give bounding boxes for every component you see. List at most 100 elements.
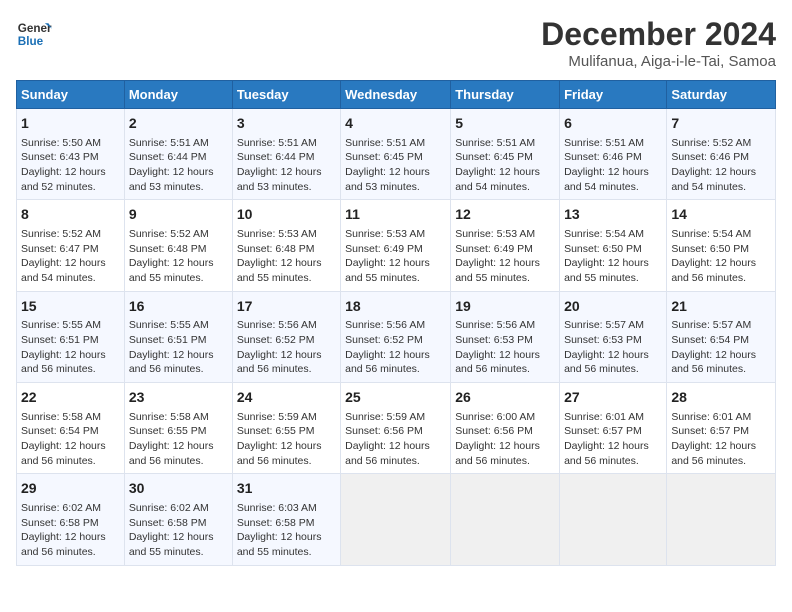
calendar-cell: 15Sunrise: 5:55 AMSunset: 6:51 PMDayligh… [17, 291, 125, 382]
daylight-text: Daylight: 12 hours and 56 minutes. [237, 349, 322, 376]
sunrise-text: Sunrise: 5:51 AM [455, 137, 535, 149]
sunrise-text: Sunrise: 6:00 AM [455, 411, 535, 423]
calendar-table: SundayMondayTuesdayWednesdayThursdayFrid… [16, 80, 776, 566]
logo-icon: General Blue [16, 16, 52, 52]
sunset-text: Sunset: 6:52 PM [237, 334, 315, 346]
calendar-cell: 6Sunrise: 5:51 AMSunset: 6:46 PMDaylight… [560, 109, 667, 200]
sunset-text: Sunset: 6:58 PM [21, 517, 99, 529]
daylight-text: Daylight: 12 hours and 54 minutes. [455, 166, 540, 193]
days-header-row: SundayMondayTuesdayWednesdayThursdayFrid… [17, 81, 776, 109]
week-row-5: 29 Sunrise: 6:02 AM Sunset: 6:58 PM Dayligh… [17, 474, 776, 565]
calendar-cell [667, 474, 776, 565]
daylight-text: Daylight: 12 hours and 53 minutes. [237, 166, 322, 193]
week-row-4: 22Sunrise: 5:58 AMSunset: 6:54 PMDayligh… [17, 383, 776, 474]
sunrise-text: Sunrise: 5:59 AM [237, 411, 317, 423]
sunset-text: Sunset: 6:57 PM [564, 425, 642, 437]
daylight-text: Daylight: 12 hours and 55 minutes. [237, 257, 322, 284]
calendar-cell: 24Sunrise: 5:59 AMSunset: 6:55 PMDayligh… [232, 383, 340, 474]
day-number: 16 [129, 297, 228, 317]
calendar-cell [560, 474, 667, 565]
day-number: 19 [455, 297, 555, 317]
header-saturday: Saturday [667, 81, 776, 109]
page-header: General Blue December 2024 Mulifanua, Ai… [16, 16, 776, 70]
sunset-text: Sunset: 6:55 PM [237, 425, 315, 437]
sunset-text: Sunset: 6:54 PM [671, 334, 749, 346]
sunrise-text: Sunrise: 5:53 AM [455, 228, 535, 240]
sunrise-text: Sunrise: 5:56 AM [345, 319, 425, 331]
sunset-text: Sunset: 6:45 PM [345, 151, 423, 163]
sunrise-text: Sunrise: 5:51 AM [564, 137, 644, 149]
sunset-text: Sunset: 6:49 PM [455, 243, 533, 255]
sunset-text: Sunset: 6:44 PM [129, 151, 207, 163]
calendar-cell: 8Sunrise: 5:52 AMSunset: 6:47 PMDaylight… [17, 200, 125, 291]
day-number: 2 [129, 114, 228, 134]
sunrise-text: Sunrise: 5:51 AM [345, 137, 425, 149]
daylight-text: Daylight: 12 hours and 56 minutes. [564, 349, 649, 376]
calendar-cell: 22Sunrise: 5:58 AMSunset: 6:54 PMDayligh… [17, 383, 125, 474]
sunset-text: Sunset: 6:55 PM [129, 425, 207, 437]
day-number: 15 [21, 297, 120, 317]
sunset-text: Sunset: 6:56 PM [345, 425, 423, 437]
header-sunday: Sunday [17, 81, 125, 109]
sunset-text: Sunset: 6:46 PM [671, 151, 749, 163]
sunrise-text: Sunrise: 5:50 AM [21, 137, 101, 149]
calendar-cell: 30Sunrise: 6:02 AMSunset: 6:58 PMDayligh… [124, 474, 232, 565]
daylight-text: Daylight: 12 hours and 54 minutes. [564, 166, 649, 193]
calendar-cell: 28Sunrise: 6:01 AMSunset: 6:57 PMDayligh… [667, 383, 776, 474]
sunset-text: Sunset: 6:57 PM [671, 425, 749, 437]
calendar-cell [341, 474, 451, 565]
calendar-cell: 18Sunrise: 5:56 AMSunset: 6:52 PMDayligh… [341, 291, 451, 382]
day-number: 27 [564, 388, 662, 408]
calendar-cell: 19Sunrise: 5:56 AMSunset: 6:53 PMDayligh… [451, 291, 560, 382]
calendar-cell: 21Sunrise: 5:57 AMSunset: 6:54 PMDayligh… [667, 291, 776, 382]
day-number: 17 [237, 297, 336, 317]
sunset-text: Sunset: 6:51 PM [129, 334, 207, 346]
daylight-text: Daylight: 12 hours and 56 minutes. [455, 440, 540, 467]
calendar-cell: 14Sunrise: 5:54 AMSunset: 6:50 PMDayligh… [667, 200, 776, 291]
daylight-text: Daylight: 12 hours and 53 minutes. [345, 166, 430, 193]
daylight-text: Daylight: 12 hours and 55 minutes. [455, 257, 540, 284]
month-title: December 2024 [541, 16, 776, 53]
calendar-cell: 3Sunrise: 5:51 AMSunset: 6:44 PMDaylight… [232, 109, 340, 200]
calendar-cell: 10Sunrise: 5:53 AMSunset: 6:48 PMDayligh… [232, 200, 340, 291]
day-number: 1 [21, 114, 120, 134]
sunset-text: Sunset: 6:49 PM [345, 243, 423, 255]
daylight-text: Daylight: 12 hours and 55 minutes. [237, 531, 322, 558]
calendar-cell: 12Sunrise: 5:53 AMSunset: 6:49 PMDayligh… [451, 200, 560, 291]
sunrise-text: Sunrise: 5:58 AM [129, 411, 209, 423]
day-number: 31 [237, 479, 336, 499]
calendar-cell: 13Sunrise: 5:54 AMSunset: 6:50 PMDayligh… [560, 200, 667, 291]
sunrise-text: Sunrise: 5:52 AM [671, 137, 751, 149]
sunrise-text: Sunrise: 5:54 AM [671, 228, 751, 240]
calendar-cell: 7Sunrise: 5:52 AMSunset: 6:46 PMDaylight… [667, 109, 776, 200]
day-number: 7 [671, 114, 771, 134]
header-tuesday: Tuesday [232, 81, 340, 109]
sunrise-text: Sunrise: 5:56 AM [455, 319, 535, 331]
day-number: 9 [129, 205, 228, 225]
calendar-cell: 27Sunrise: 6:01 AMSunset: 6:57 PMDayligh… [560, 383, 667, 474]
sunrise-text: Sunrise: 5:59 AM [345, 411, 425, 423]
header-wednesday: Wednesday [341, 81, 451, 109]
day-number: 30 [129, 479, 228, 499]
day-number: 26 [455, 388, 555, 408]
sunrise-text: Sunrise: 6:01 AM [671, 411, 751, 423]
header-friday: Friday [560, 81, 667, 109]
day-number: 20 [564, 297, 662, 317]
calendar-cell: 29Sunrise: 6:02 AMSunset: 6:58 PMDayligh… [17, 474, 125, 565]
sunrise-text: Sunrise: 6:03 AM [237, 502, 317, 514]
calendar-cell [451, 474, 560, 565]
day-number: 5 [455, 114, 555, 134]
day-number: 29 [21, 479, 120, 499]
header-monday: Monday [124, 81, 232, 109]
daylight-text: Daylight: 12 hours and 56 minutes. [129, 440, 214, 467]
daylight-text: Daylight: 12 hours and 56 minutes. [345, 440, 430, 467]
header-thursday: Thursday [451, 81, 560, 109]
sunrise-text: Sunrise: 6:02 AM [21, 502, 101, 514]
calendar-cell: 9Sunrise: 5:52 AMSunset: 6:48 PMDaylight… [124, 200, 232, 291]
week-row-3: 15Sunrise: 5:55 AMSunset: 6:51 PMDayligh… [17, 291, 776, 382]
daylight-text: Daylight: 12 hours and 56 minutes. [671, 440, 756, 467]
calendar-cell: 26 Sunrise: 6:00 AM Sunset: 6:56 PM Dayligh… [451, 383, 560, 474]
daylight-text: Daylight: 12 hours and 55 minutes. [129, 531, 214, 558]
calendar-cell: 2Sunrise: 5:51 AMSunset: 6:44 PMDaylight… [124, 109, 232, 200]
sunset-text: Sunset: 6:56 PM [455, 425, 533, 437]
